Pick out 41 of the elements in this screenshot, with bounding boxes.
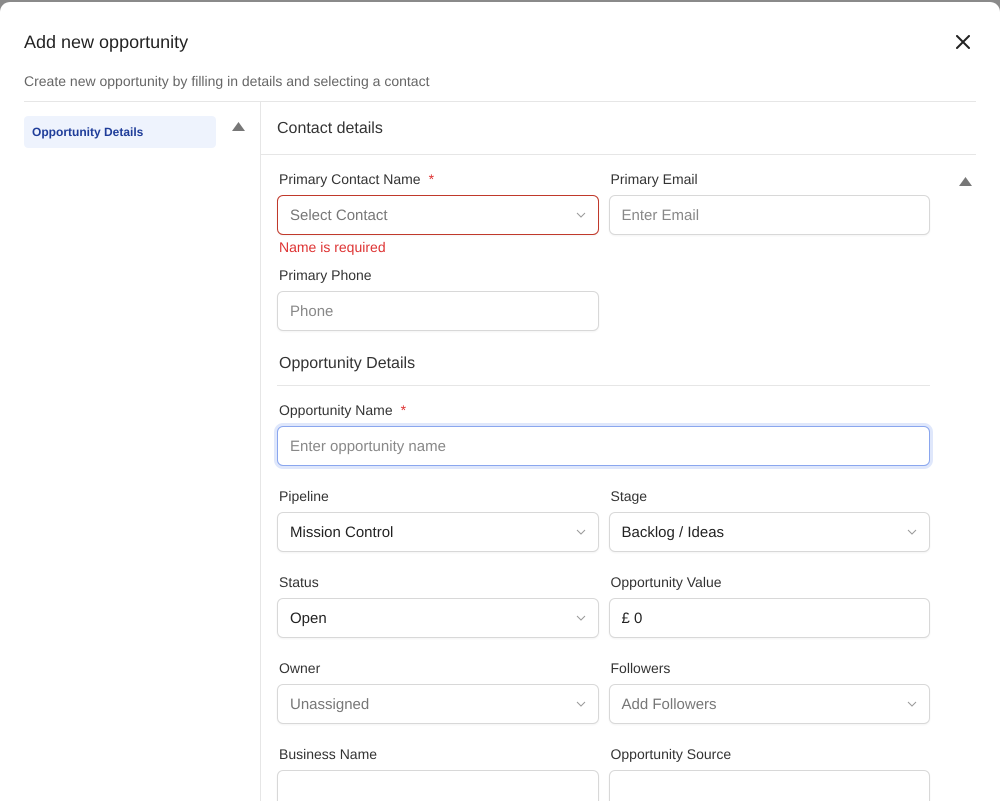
input-field[interactable]: £ 0: [608, 598, 930, 638]
field-label: Owner: [279, 660, 320, 676]
dropdown-field[interactable]: Mission Control: [277, 512, 598, 552]
dropdown-field[interactable]: Open: [277, 598, 598, 638]
field-label: Opportunity Source: [610, 746, 732, 762]
field-label: Opportunity Value: [610, 574, 722, 590]
field-label: Followers: [610, 660, 670, 676]
field-label: Pipeline: [279, 488, 329, 504]
input-field[interactable]: [277, 770, 598, 801]
dropdown-field[interactable]: Add Followers: [608, 684, 930, 724]
input-field[interactable]: Enter Email: [608, 195, 930, 235]
field-label: Opportunity Name: [279, 402, 393, 418]
section-heading: Opportunity Details: [277, 355, 930, 386]
required-asterisk: *: [428, 171, 434, 187]
close-icon: [956, 35, 970, 49]
field-label: Status: [279, 574, 319, 590]
field-label: Primary Contact Name: [279, 171, 421, 187]
chevron-down-icon: [907, 529, 917, 535]
dropdown-field[interactable]: Backlog / Ideas: [608, 512, 930, 552]
input-field[interactable]: [608, 770, 930, 801]
dialog-subtitle: Create new opportunity by filling in details and selecting a contact: [24, 73, 976, 102]
chevron-down-icon: [576, 529, 586, 535]
error-message: Name is required: [279, 239, 387, 255]
chevron-down-icon: [907, 701, 917, 707]
scroll-up-icon[interactable]: [232, 122, 244, 131]
chevron-down-icon: [576, 701, 586, 707]
dropdown-field[interactable]: Select Contact: [277, 195, 598, 235]
sidebar-item[interactable]: Opportunity Details: [24, 116, 216, 148]
field-label: Stage: [610, 488, 648, 504]
section-title: Contact details: [261, 102, 976, 155]
required-asterisk: *: [400, 402, 406, 418]
field-label: Primary Email: [610, 171, 698, 187]
field-label: Primary Phone: [279, 267, 372, 283]
input-field[interactable]: Enter opportunity name: [277, 426, 930, 466]
chevron-down-icon: [576, 212, 586, 218]
field-label: Business Name: [279, 746, 378, 762]
dialog-title: Add new opportunity: [24, 32, 188, 52]
chevron-down-icon: [576, 615, 586, 621]
dropdown-field[interactable]: Unassigned: [277, 684, 598, 724]
input-field[interactable]: Phone: [277, 291, 598, 331]
scroll-up-icon[interactable]: [959, 177, 972, 186]
